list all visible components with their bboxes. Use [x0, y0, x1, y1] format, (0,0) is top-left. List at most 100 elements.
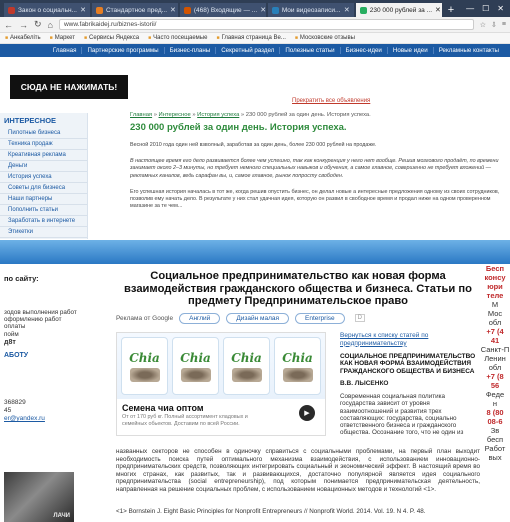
- browser-tab[interactable]: Закон о социальн... ✕: [4, 3, 90, 17]
- sidebar-title: ИНТЕРЕСНОЕ: [4, 116, 57, 125]
- browser-tab[interactable]: Мои видеозаписи... ✕: [267, 3, 354, 17]
- adchoices-icon[interactable]: D: [354, 314, 365, 322]
- play-arrow-icon[interactable]: ▶: [299, 405, 315, 421]
- star-icon[interactable]: ☆: [480, 21, 486, 29]
- nav-item[interactable]: Новые идеи: [386, 47, 433, 54]
- bookmark-item[interactable]: Сервисы Яндекса: [84, 35, 139, 41]
- nav-item[interactable]: Главная: [48, 47, 82, 54]
- breadcrumb-section[interactable]: Интересное: [159, 112, 191, 118]
- promo-line: теле: [486, 291, 504, 300]
- left-menu-text: зодов выполнения работ оформлению работ …: [4, 309, 77, 338]
- favicon-icon: [183, 6, 191, 14]
- nav-item[interactable]: Полезные статьи: [279, 47, 339, 54]
- article-title: 230 000 рублей за один день. История усп…: [130, 122, 347, 133]
- breadcrumb-home[interactable]: Главная: [130, 112, 152, 118]
- nav-item[interactable]: Бизнес-идеи: [339, 47, 387, 54]
- left-link[interactable]: АБОТУ: [4, 352, 108, 359]
- nav-item[interactable]: Бизнес-планы: [163, 47, 216, 54]
- sidebar-item[interactable]: Деньги: [0, 161, 87, 172]
- breadcrumb-current: 230 000 рублей за один день. История усп…: [245, 112, 371, 118]
- nav-item[interactable]: Рекламные контакты: [432, 47, 504, 54]
- ad-tags-row: Реклама от Google Англий Дизайн малая En…: [116, 312, 480, 324]
- promo-line: Работ: [484, 444, 506, 453]
- promo-photo[interactable]: ЛАЧИ: [4, 472, 74, 522]
- sidebar-item[interactable]: Наши партнеры: [0, 194, 87, 205]
- sidebar-item[interactable]: Советы для бизнеса: [0, 183, 87, 194]
- promo-phone[interactable]: +7 (8: [480, 372, 510, 381]
- article-main: Социальное предпринимательство как новая…: [116, 270, 480, 522]
- product-ad[interactable]: Chia Chia Chia Chia Семена чиа оптом От …: [116, 332, 326, 436]
- maximize-icon[interactable]: ☐: [482, 4, 489, 13]
- tag-chip[interactable]: Enterprise: [295, 312, 345, 324]
- sidebar-item[interactable]: Креативная реклама: [0, 150, 87, 161]
- tag-chip[interactable]: Дизайн малая: [226, 312, 289, 324]
- close-tab-icon[interactable]: ✕: [435, 6, 441, 14]
- bookmark-item[interactable]: Анкабеліть: [5, 35, 41, 41]
- window-controls: — ☐ ✕: [460, 0, 510, 17]
- bookmark-item[interactable]: Главная страница Ве...: [216, 35, 285, 41]
- promo-phone[interactable]: +7 (4: [480, 327, 510, 336]
- back-to-list-link[interactable]: Вернуться к списку статей по предпринима…: [340, 332, 480, 347]
- ad-title[interactable]: Семена чиа оптом: [122, 403, 325, 413]
- email-link[interactable]: er@yandex.ru: [4, 415, 108, 423]
- url-field[interactable]: www.fabrikaidej.ru/biznes-istorii/: [58, 19, 474, 30]
- article-content: Главная » Интересное » История успеха » …: [130, 112, 508, 240]
- ad-banner[interactable]: СЮДА НЕ НАЖИМАТЬ!: [10, 75, 128, 99]
- promo-line: обл: [488, 363, 502, 372]
- address-bar: ← → ↻ ⌂ www.fabrikaidej.ru/biznes-istori…: [0, 17, 510, 33]
- brand-text: Chia: [231, 350, 262, 365]
- home-icon[interactable]: ⌂: [48, 20, 53, 30]
- menu-icon[interactable]: ≡: [502, 21, 506, 29]
- window-titlebar: [0, 240, 510, 264]
- breadcrumb-subsection[interactable]: История успеха: [197, 112, 239, 118]
- bookmark-item[interactable]: Часто посещаемые: [148, 35, 207, 41]
- back-arrow-icon[interactable]: ←: [4, 20, 13, 30]
- promo-line: консу: [484, 273, 506, 282]
- browser-tab-active[interactable]: 230 000 рублей за ... ✕: [355, 3, 442, 17]
- product-pack: Chia: [223, 337, 270, 395]
- browser-tab[interactable]: Стандартное пред... ✕: [91, 3, 178, 17]
- bookmark-item[interactable]: Маркет: [50, 35, 75, 41]
- promo-line: н: [492, 399, 498, 408]
- sidebar-item[interactable]: Заработать в интернете: [0, 216, 87, 227]
- tab-label: Мои видеозаписи...: [281, 6, 341, 14]
- sidebar-item[interactable]: История успеха: [0, 172, 87, 183]
- promo-phone[interactable]: 08-6: [480, 417, 510, 426]
- favicon-icon: [8, 6, 15, 14]
- promo-phone[interactable]: 8 (80: [480, 408, 510, 417]
- sidebar-item[interactable]: Техника продаж: [0, 139, 87, 150]
- minimize-icon[interactable]: —: [466, 4, 474, 13]
- close-window-icon[interactable]: ✕: [497, 4, 504, 13]
- close-tab-icon[interactable]: ✕: [344, 6, 350, 14]
- close-tab-icon[interactable]: ✕: [80, 6, 86, 14]
- promo-phone[interactable]: 56: [480, 381, 510, 390]
- promo-line: бесп: [486, 435, 504, 444]
- article-screenshot: по сайту: зодов выполнения работ оформле…: [0, 240, 510, 522]
- stop-ads-link[interactable]: Прекратить все объявления: [292, 98, 370, 104]
- download-icon[interactable]: ⇩: [491, 21, 497, 29]
- article-caps-heading: СОЦИАЛЬНОЕ ПРЕДПРИНИМАТЕЛЬСТВО КАК НОВАЯ…: [340, 353, 476, 375]
- search-label: по сайту:: [4, 274, 39, 283]
- nav-item[interactable]: Партнерские программы: [81, 47, 163, 54]
- browser-screenshot: Закон о социальн... ✕ Стандартное пред...…: [0, 0, 510, 240]
- bookmark-item[interactable]: Московские отзывы: [295, 35, 355, 41]
- reload-icon[interactable]: ↻: [34, 19, 42, 30]
- article-paragraph: В настоящее время его дело развивается б…: [130, 158, 499, 179]
- sidebar-item[interactable]: Этикетки: [0, 227, 87, 238]
- sidebar-item[interactable]: Пополнить статьи: [0, 205, 87, 216]
- nav-item[interactable]: Секретный раздел: [215, 47, 279, 54]
- close-tab-icon[interactable]: ✕: [260, 6, 266, 14]
- promo-phone[interactable]: 41: [480, 336, 510, 345]
- new-tab-button[interactable]: +: [444, 3, 458, 17]
- close-tab-icon[interactable]: ✕: [170, 6, 176, 14]
- browser-tab[interactable]: (468) Входящие — ... ✕: [179, 3, 266, 17]
- promo-line: юри: [487, 282, 503, 291]
- sidebar-item[interactable]: Пилотные бизнеса: [0, 128, 87, 139]
- footnote: <1> Bornstein J. Eight Basic Principles …: [116, 508, 426, 515]
- seeds-icon: [129, 367, 160, 382]
- toolbar-icons: ☆ ⇩ ≡: [480, 21, 506, 29]
- forward-arrow-icon[interactable]: →: [19, 20, 28, 30]
- promo-line: вых: [488, 453, 502, 462]
- tag-chip[interactable]: Англий: [179, 312, 221, 324]
- left-column: по сайту: зодов выполнения работ оформле…: [0, 264, 108, 522]
